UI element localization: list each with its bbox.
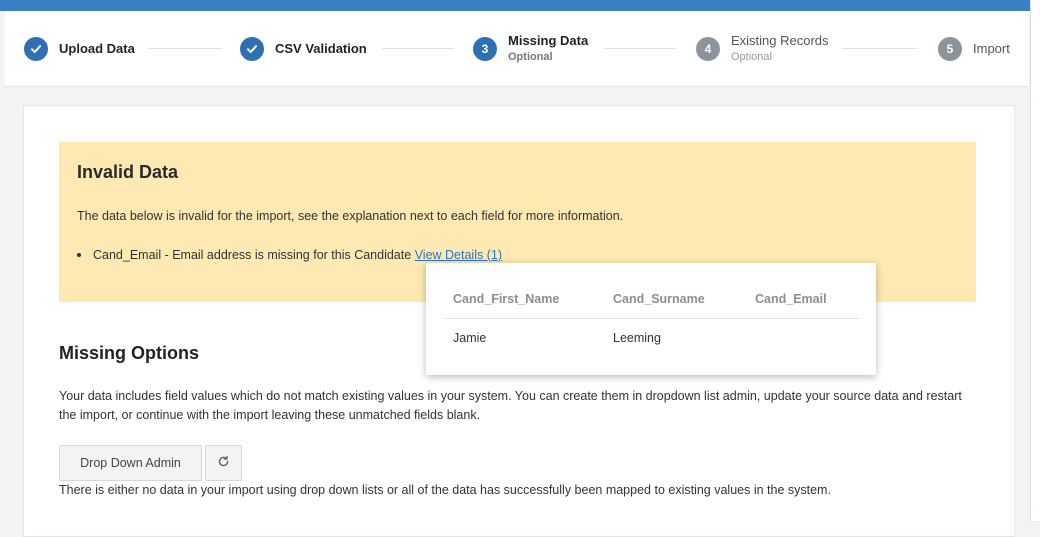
step-import[interactable]: 5 Import: [938, 11, 1010, 86]
alert-title: Invalid Data: [77, 162, 179, 182]
view-details-link[interactable]: View Details (1): [415, 248, 502, 262]
table-cell: Leeming: [613, 331, 661, 345]
step-connector: [148, 48, 222, 49]
step-label: Missing Data: [508, 32, 589, 48]
drop-down-admin-button[interactable]: Drop Down Admin: [59, 445, 202, 481]
step-csv-validation[interactable]: CSV Validation: [240, 11, 367, 86]
alert-description: The data below is invalid for the import…: [77, 209, 624, 223]
import-stepper: Upload Data CSV Validation 3 Missing Dat…: [5, 11, 1029, 87]
step-connector: [604, 48, 676, 49]
step-connector: [382, 48, 454, 49]
step-missing-data[interactable]: 3 Missing Data Optional: [473, 11, 588, 86]
refresh-button[interactable]: [205, 445, 242, 481]
alert-list-item: Cand_Email - Email address is missing fo…: [77, 248, 502, 262]
step-label: Import: [973, 40, 1010, 56]
table-cell: [745, 319, 859, 358]
check-icon: [240, 36, 264, 61]
step-label: Upload Data: [59, 40, 135, 56]
step-label: Existing Records: [731, 32, 829, 48]
table-cell: Jamie: [453, 331, 487, 345]
step-sublabel: Optional: [508, 50, 553, 63]
button-label: Drop Down Admin: [80, 456, 181, 470]
column-header: Cand_Surname: [603, 283, 745, 319]
step-existing-records[interactable]: 4 Existing Records Optional: [696, 11, 829, 86]
alert-item-text: Cand_Email - Email address is missing fo…: [93, 248, 412, 262]
refresh-icon: [217, 455, 230, 471]
details-table: Cand_First_Name Cand_Surname Cand_Email …: [443, 283, 859, 357]
check-icon: [24, 36, 48, 61]
step-number: 3: [473, 36, 497, 61]
step-sublabel: Optional: [731, 50, 772, 63]
table-row: Jamie Leeming: [443, 319, 859, 358]
section-description: Your data includes field values which do…: [59, 389, 962, 422]
details-popover: Cand_First_Name Cand_Surname Cand_Email …: [426, 263, 876, 375]
section-title: Missing Options: [59, 343, 200, 363]
bullet-icon: [77, 252, 81, 257]
table-header-row: Cand_First_Name Cand_Surname Cand_Email: [443, 283, 859, 319]
status-note: There is either no data in your import u…: [59, 483, 831, 497]
step-upload-data[interactable]: Upload Data: [24, 11, 135, 86]
step-connector: [842, 48, 917, 49]
step-label: CSV Validation: [275, 40, 367, 56]
column-header: Cand_Email: [745, 283, 859, 319]
top-accent-bar: [0, 0, 1030, 11]
page-scrollbar[interactable]: [1030, 0, 1040, 521]
column-header: Cand_First_Name: [443, 283, 603, 319]
step-number: 5: [938, 36, 962, 61]
step-number: 4: [696, 36, 720, 61]
